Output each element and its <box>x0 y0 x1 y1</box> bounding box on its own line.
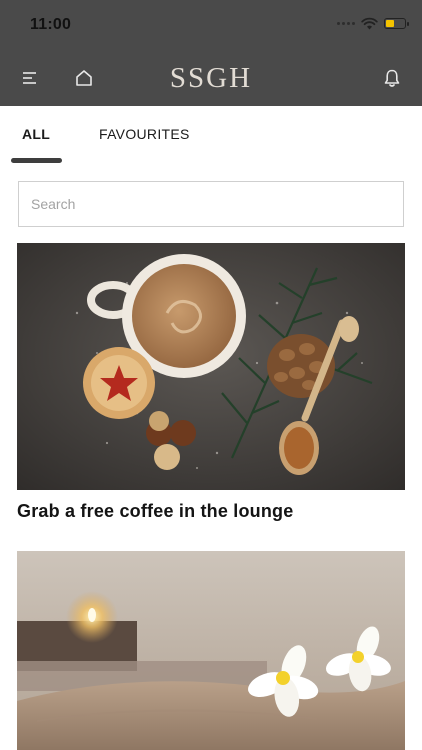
tab-bar: ALL FAVOURITES <box>0 106 422 168</box>
status-icons <box>337 17 409 30</box>
app-header: 11:00 SSGH <box>0 0 422 106</box>
active-tab-indicator <box>11 158 62 163</box>
card-title: Grab a free coffee in the lounge <box>17 501 294 521</box>
tab-favourites[interactable]: FAVOURITES <box>99 126 190 142</box>
feed-card[interactable] <box>17 551 405 750</box>
wifi-icon <box>361 17 378 30</box>
bell-icon <box>384 69 400 87</box>
status-time: 11:00 <box>30 16 72 33</box>
battery-icon <box>384 18 409 29</box>
coffee-image <box>17 243 405 490</box>
search-input[interactable] <box>18 181 404 227</box>
feed-card[interactable]: Grab a free coffee in the lounge <box>17 243 405 522</box>
brand-logo: SSGH <box>169 62 253 94</box>
tab-all[interactable]: ALL <box>22 126 50 142</box>
spa-image <box>17 551 405 750</box>
notifications-button[interactable] <box>380 66 404 90</box>
cellular-signal-icon <box>337 22 355 25</box>
